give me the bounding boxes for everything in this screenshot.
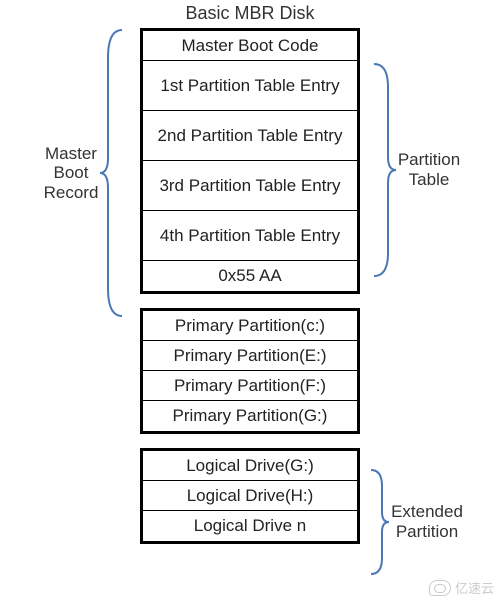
diagram-title: Basic MBR Disk xyxy=(0,0,500,28)
center-column: Master Boot Code 1st Partition Table Ent… xyxy=(140,28,360,544)
partition-table-label: Partition Table xyxy=(398,150,460,189)
primary-row: Primary Partition(c:) xyxy=(143,311,357,341)
spacer xyxy=(140,294,360,308)
mbr-row: Master Boot Code xyxy=(143,31,357,61)
extended-row: Logical Drive n xyxy=(143,511,357,541)
extended-partition-group: Logical Drive(G:) Logical Drive(H:) Logi… xyxy=(140,448,360,544)
primary-row: Primary Partition(E:) xyxy=(143,341,357,371)
mbr-row: 0x55 AA xyxy=(143,261,357,291)
extended-row: Logical Drive(H:) xyxy=(143,481,357,511)
mbr-label: Master Boot Record xyxy=(44,144,99,203)
mbr-row: 3rd Partition Table Entry xyxy=(143,161,357,211)
mbr-group: Master Boot Code 1st Partition Table Ent… xyxy=(140,28,360,294)
left-annotation-column: Master Boot Record xyxy=(30,28,140,318)
brace-right-icon xyxy=(370,62,398,278)
diagram-layout: Master Boot Record Master Boot Code 1st … xyxy=(0,28,500,576)
mbr-annotation: Master Boot Record xyxy=(44,28,127,318)
watermark-text: 亿速云 xyxy=(455,578,494,597)
mbr-row: 2nd Partition Table Entry xyxy=(143,111,357,161)
mbr-row: 1st Partition Table Entry xyxy=(143,61,357,111)
mbr-row: 4th Partition Table Entry xyxy=(143,211,357,261)
extended-partition-label: Extended Partition xyxy=(391,502,463,541)
partition-table-annotation: Partition Table xyxy=(370,62,460,278)
extended-partition-annotation: Extended Partition xyxy=(367,468,463,576)
spacer xyxy=(140,434,360,448)
primary-row: Primary Partition(G:) xyxy=(143,401,357,431)
brace-right-icon xyxy=(367,468,391,576)
right-annotation-column: Partition Table Extended Partition xyxy=(360,28,470,576)
primary-row: Primary Partition(F:) xyxy=(143,371,357,401)
extended-row: Logical Drive(G:) xyxy=(143,451,357,481)
primary-partition-group: Primary Partition(c:) Primary Partition(… xyxy=(140,308,360,434)
cloud-icon xyxy=(429,580,451,596)
watermark: 亿速云 xyxy=(429,578,494,597)
brace-left-icon xyxy=(98,28,126,318)
